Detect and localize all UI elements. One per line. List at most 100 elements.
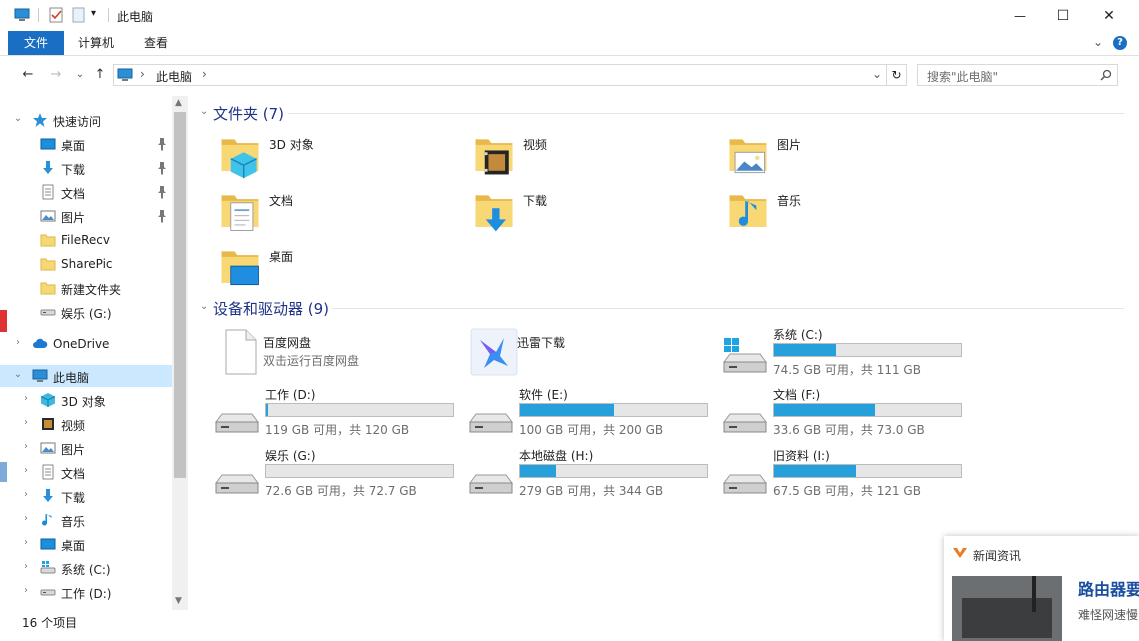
nav-scrollbar-thumb[interactable] bbox=[174, 112, 186, 478]
drive-usage-fill bbox=[774, 344, 836, 356]
folder-tile[interactable]: 文档 bbox=[216, 188, 456, 238]
nav-item[interactable]: › 下载 bbox=[0, 485, 172, 507]
nav-expand-chevron-icon[interactable]: › bbox=[20, 585, 32, 596]
nav-expand-chevron-icon[interactable]: › bbox=[20, 489, 32, 500]
star-icon bbox=[32, 112, 48, 128]
news-thumbnail[interactable] bbox=[952, 576, 1062, 641]
ribbon-expand-chevron-icon[interactable]: ⌄ bbox=[1093, 35, 1103, 49]
minimize-button[interactable]: — bbox=[997, 0, 1043, 31]
tab-computer[interactable]: 计算机 bbox=[68, 31, 124, 55]
tab-view[interactable]: 查看 bbox=[128, 31, 184, 55]
refresh-button[interactable]: ↻ bbox=[887, 64, 907, 86]
nav-item-label: 新建文件夹 bbox=[61, 283, 122, 297]
nav-item[interactable]: › OneDrive bbox=[0, 333, 172, 355]
tab-file[interactable]: 文件 bbox=[8, 31, 64, 55]
drive-tile[interactable]: 系统 (C:) 74.5 GB 可用，共 111 GB bbox=[720, 326, 965, 380]
folder-tile[interactable]: 图片 bbox=[724, 132, 964, 182]
nav-item[interactable]: 图片 bbox=[0, 205, 172, 227]
drive-usage-bar bbox=[265, 403, 454, 417]
nav-item[interactable]: › 音乐 bbox=[0, 509, 172, 531]
address-bar[interactable]: › 此电脑 › ⌄ bbox=[113, 64, 887, 86]
maximize-button[interactable]: ☐ bbox=[1040, 0, 1086, 31]
nav-expand-chevron-icon[interactable]: › bbox=[20, 417, 32, 428]
forward-button[interactable]: → bbox=[48, 66, 64, 82]
app-tile[interactable]: 百度网盘 双击运行百度网盘 bbox=[212, 326, 457, 380]
separator bbox=[108, 8, 109, 22]
drive-icon bbox=[212, 453, 260, 501]
nav-item[interactable]: 桌面 bbox=[0, 133, 172, 155]
nav-item[interactable]: › 系统 (C:) bbox=[0, 557, 172, 579]
nav-item[interactable]: › 图片 bbox=[0, 437, 172, 459]
drive-tile[interactable]: 文档 (F:) 33.6 GB 可用，共 73.0 GB bbox=[720, 386, 965, 440]
drive-tile[interactable]: 娱乐 (G:) 72.6 GB 可用，共 72.7 GB bbox=[212, 447, 457, 501]
drive-size: 74.5 GB 可用，共 111 GB bbox=[773, 363, 921, 377]
scroll-up-icon[interactable]: ▲ bbox=[175, 98, 182, 108]
nav-expand-chevron-icon[interactable]: ⌄ bbox=[12, 369, 24, 380]
navigation-pane[interactable]: ⌄ 快速访问 桌面下载文档 图片 FileRecv SharePic 新建文件夹娱乐 (G:… bbox=[0, 96, 188, 610]
folder-tile[interactable]: 音乐 bbox=[724, 188, 964, 238]
breadcrumb-separator-icon[interactable]: › bbox=[202, 67, 207, 81]
news-popup[interactable]: 新闻资讯 路由器要 难怪网速慢 bbox=[944, 536, 1139, 641]
nav-item[interactable]: › 工作 (D:) bbox=[0, 581, 172, 603]
download-icon bbox=[40, 160, 56, 176]
news-headline[interactable]: 路由器要 bbox=[1078, 576, 1139, 600]
search-input[interactable]: 搜索"此电脑" bbox=[917, 64, 1118, 86]
breadcrumb-separator-icon[interactable]: › bbox=[140, 67, 145, 81]
pin-icon bbox=[158, 210, 166, 223]
nav-expand-chevron-icon[interactable]: › bbox=[20, 465, 32, 476]
folder-tile[interactable]: 桌面 bbox=[216, 244, 456, 294]
drive-tile[interactable]: 工作 (D:) 119 GB 可用，共 120 GB bbox=[212, 386, 457, 440]
close-button[interactable]: ✕ bbox=[1086, 0, 1132, 31]
desktop-icon bbox=[40, 136, 56, 152]
nav-expand-chevron-icon[interactable]: › bbox=[20, 537, 32, 548]
nav-item[interactable]: ⌄ 此电脑 bbox=[0, 365, 172, 387]
group-collapse-chevron-icon[interactable]: ⌄ bbox=[200, 106, 208, 117]
drive-tile[interactable]: 本地磁盘 (H:) 279 GB 可用，共 344 GB bbox=[466, 447, 711, 501]
folder-tile[interactable]: 视频 bbox=[470, 132, 710, 182]
group-devices[interactable]: ⌄ 设备和驱动器 (9) bbox=[196, 297, 1124, 319]
properties-icon[interactable] bbox=[48, 7, 64, 23]
breadcrumb-item[interactable]: 此电脑 bbox=[156, 68, 192, 85]
folder-tile[interactable]: 3D 对象 bbox=[216, 132, 456, 182]
up-button[interactable]: ↑ bbox=[92, 66, 108, 82]
content-pane[interactable]: ⌄ 文件夹 (7) 3D 对象 视频 图片文档 下载 音乐桌面 ⌄ 设备和驱动器 (9)… bbox=[196, 96, 1136, 610]
nav-item[interactable]: › 视频 bbox=[0, 413, 172, 435]
recent-locations-button[interactable]: ⌄ bbox=[72, 66, 88, 82]
scroll-down-icon[interactable]: ▼ bbox=[175, 596, 182, 606]
nav-item[interactable]: ⌄ 快速访问 bbox=[0, 109, 172, 131]
app-tile[interactable]: 迅雷下载 bbox=[466, 326, 711, 380]
nav-expand-chevron-icon[interactable]: › bbox=[20, 393, 32, 404]
nav-item[interactable]: FileRecv bbox=[0, 229, 172, 251]
app-label: 迅雷下载 bbox=[517, 336, 566, 350]
group-collapse-chevron-icon[interactable]: ⌄ bbox=[200, 301, 208, 312]
nav-item[interactable]: 下载 bbox=[0, 157, 172, 179]
nav-expand-chevron-icon[interactable]: › bbox=[12, 337, 24, 348]
nav-item-label: 此电脑 bbox=[53, 371, 90, 385]
help-icon[interactable]: ? bbox=[1113, 36, 1127, 50]
nav-expand-chevron-icon[interactable]: › bbox=[20, 513, 32, 524]
document-icon bbox=[40, 184, 56, 200]
nav-item[interactable]: › 文档 bbox=[0, 461, 172, 483]
nav-expand-chevron-icon[interactable]: › bbox=[20, 561, 32, 572]
nav-item[interactable]: 娱乐 (G:) bbox=[0, 301, 172, 323]
customize-quick-access-chevron-icon[interactable]: ▾ bbox=[91, 8, 96, 19]
group-folders[interactable]: ⌄ 文件夹 (7) bbox=[196, 102, 1124, 124]
nav-expand-chevron-icon[interactable]: › bbox=[20, 441, 32, 452]
nav-item[interactable]: › 桌面 bbox=[0, 533, 172, 555]
pictures-icon bbox=[40, 440, 56, 456]
folder-tile[interactable]: 下载 bbox=[470, 188, 710, 238]
new-folder-icon[interactable] bbox=[70, 7, 86, 23]
folder-label: 下载 bbox=[523, 194, 548, 208]
nav-item[interactable]: SharePic bbox=[0, 253, 172, 275]
nav-item[interactable]: 新建文件夹 bbox=[0, 277, 172, 299]
address-dropdown-icon[interactable]: ⌄ bbox=[872, 67, 882, 81]
group-heading: 设备和驱动器 (9) bbox=[213, 300, 330, 318]
nav-item[interactable]: 文档 bbox=[0, 181, 172, 203]
nav-item[interactable]: › 3D 对象 bbox=[0, 389, 172, 411]
nav-item-label: 下载 bbox=[61, 163, 86, 177]
drive-tile[interactable]: 旧资料 (I:) 67.5 GB 可用，共 121 GB bbox=[720, 447, 965, 501]
back-button[interactable]: ← bbox=[20, 66, 36, 82]
computer-icon bbox=[32, 368, 48, 384]
nav-expand-chevron-icon[interactable]: ⌄ bbox=[12, 113, 24, 124]
drive-tile[interactable]: 软件 (E:) 100 GB 可用，共 200 GB bbox=[466, 386, 711, 440]
